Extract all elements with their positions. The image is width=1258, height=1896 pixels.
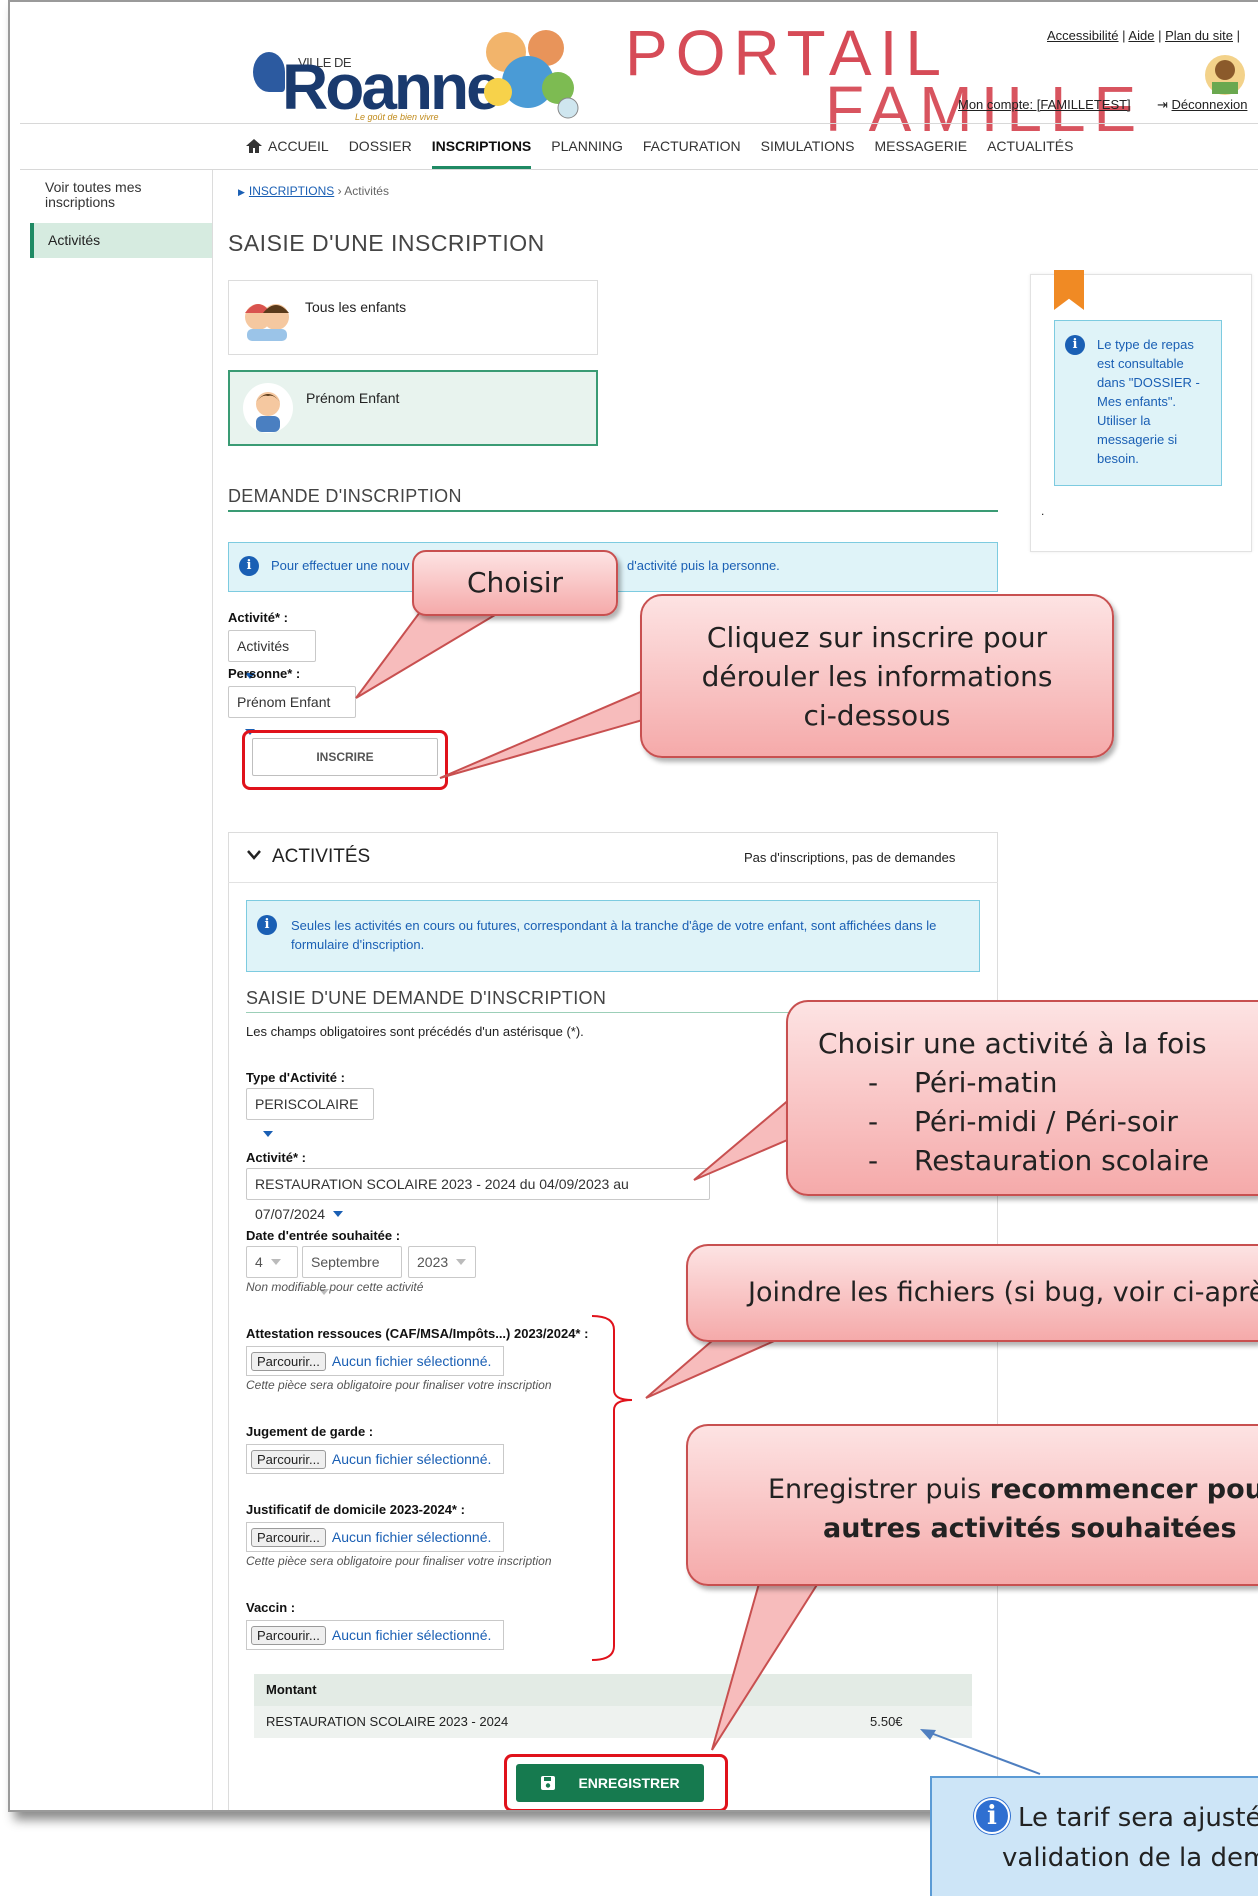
- callout-enregistrer-bold1: recommencer pour les: [989, 1474, 1258, 1505]
- callout-activite-item-3: - Restauration scolaire: [868, 1144, 1210, 1177]
- callout-activite-item-3-text: Restauration scolaire: [914, 1144, 1210, 1177]
- callout-activite-item-1: - Péri-matin: [868, 1066, 1058, 1099]
- files-brace: [591, 1315, 633, 1661]
- callout-fichiers: Joindre les fichiers (si bug, voir ci-ap…: [686, 1244, 1258, 1342]
- annotation-arrows: [355, 611, 1041, 1775]
- callout-enregistrer: Enregistrer puis recommencer pour les au…: [686, 1424, 1258, 1586]
- callout-enregistrer-line1: Enregistrer puis recommencer pour les: [688, 1470, 1258, 1509]
- callout-activite-item-1-text: Péri-matin: [914, 1066, 1058, 1099]
- info-icon: i: [974, 1798, 1010, 1834]
- callout-enregistrer-bold2: autres activités souhaitées: [823, 1513, 1237, 1544]
- callout-enregistrer-normal: Enregistrer puis: [768, 1474, 990, 1505]
- callout-tail-inscrire: [439, 688, 662, 779]
- tarif-arrow: [927, 1731, 1041, 1775]
- callout-choisir: Choisir: [412, 550, 618, 616]
- tarif-line-2: validation de la dem: [1002, 1843, 1258, 1873]
- tarif-line-1-text: Le tarif sera ajusté: [1018, 1803, 1258, 1833]
- callout-activite-title: Choisir une activité à la fois: [818, 1027, 1207, 1060]
- callout-tail-enregistrer: [711, 1579, 822, 1751]
- callout-activite-item-2-text: Péri-midi / Péri-soir: [914, 1105, 1178, 1138]
- callout-inscrire: Cliquez sur inscrire pour dérouler les i…: [640, 594, 1114, 758]
- callout-activite-item-2: - Péri-midi / Péri-soir: [868, 1105, 1178, 1138]
- callout-tail-choisir: [355, 611, 504, 699]
- callout-tail-fichiers: [645, 1333, 791, 1399]
- tarif-line-1: i Le tarif sera ajusté: [974, 1798, 1258, 1838]
- tarif-note: i Le tarif sera ajusté validation de la d…: [930, 1776, 1258, 1896]
- callout-activite: Choisir une activité à la fois - Péri-mat…: [786, 1000, 1258, 1196]
- callout-enregistrer-line2: autres activités souhaitées: [688, 1509, 1258, 1548]
